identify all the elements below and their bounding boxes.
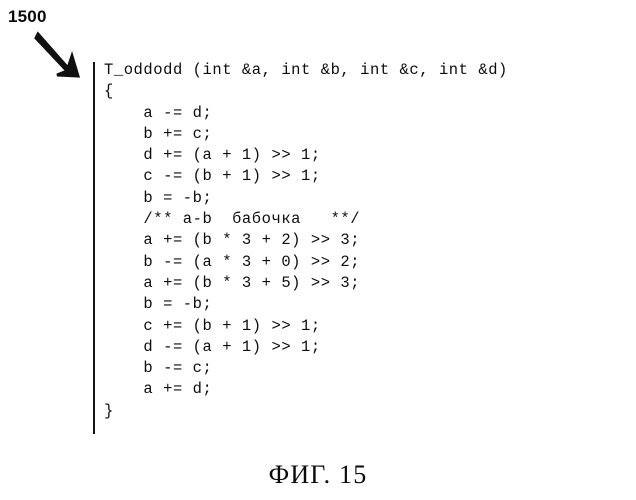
arrow-down-right-icon [34,30,96,82]
code-line: b -= (a * 3 + 0) >> 2; [104,252,361,271]
code-line: d -= (a + 1) >> 1; [104,337,321,356]
code-line: T_oddodd (int &a, int &b, int &c, int &d… [104,61,508,79]
code-line: a += (b * 3 + 5) >> 3; [104,273,361,292]
figure-caption: ФИГ. 15 [268,460,368,489]
code-line: a -= d; [104,103,213,122]
code-line: b = -b; [104,188,213,207]
code-line: a += d; [104,380,213,399]
code-line: b += c; [104,124,213,143]
arrow-down-right-glyph [34,31,81,78]
code-line: b = -b; [104,295,213,314]
code-block-left-rule [93,62,95,434]
code-line: a += (b * 3 + 2) >> 3; [104,231,361,250]
code-line: d += (a + 1) >> 1; [104,146,321,165]
code-line: { [104,82,114,101]
reference-number-label: 1500 [8,7,47,26]
source-code-listing: T_oddodd (int &a, int &b, int &c, int &d… [104,60,624,422]
code-line: c -= (b + 1) >> 1; [104,167,321,186]
code-line: c += (b + 1) >> 1; [104,316,321,335]
figure-page: 1500 T_oddodd (int &a, int &b, int &c, i… [0,0,636,500]
code-line-comment: /** a-b бабочка **/ [104,210,361,229]
code-line: b -= c; [104,359,213,378]
code-line: } [104,401,114,420]
